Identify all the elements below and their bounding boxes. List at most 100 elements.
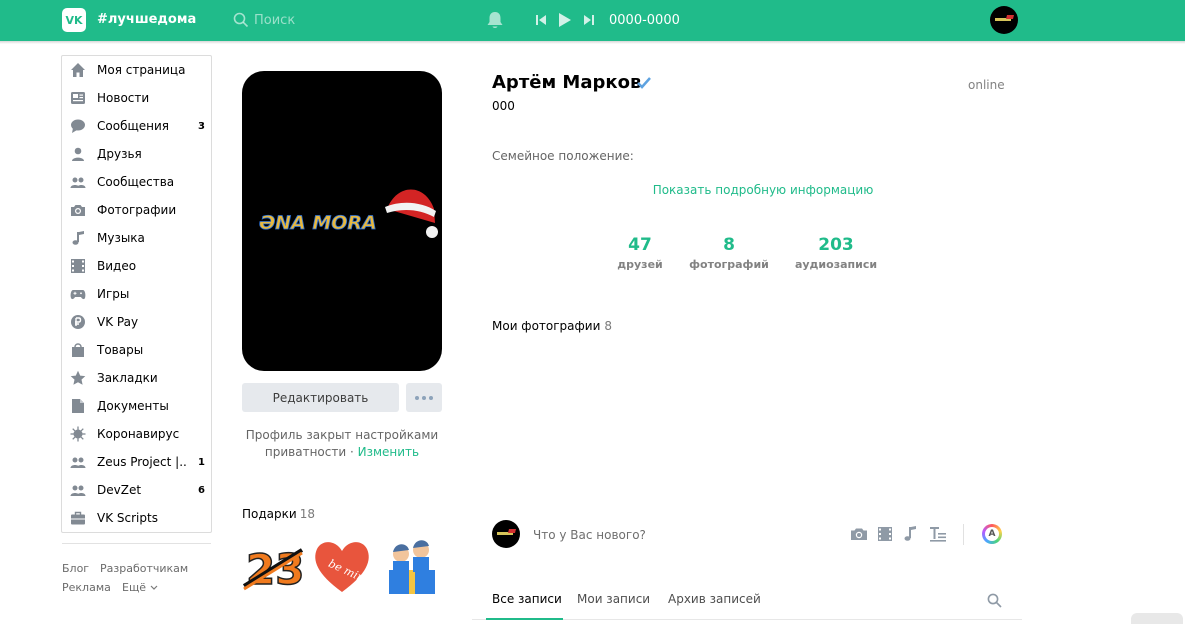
chevron-down-icon — [150, 585, 158, 590]
sidebar-item-bookmarks[interactable]: Закладки — [62, 364, 211, 392]
footer-link-developers[interactable]: Разработчикам — [100, 562, 188, 575]
footer-more-label: Ещё — [122, 581, 147, 594]
sidebar-item-label: Документы — [97, 399, 169, 413]
sidebar-item-devzet[interactable]: DevZet 6 — [62, 476, 211, 504]
video-icon[interactable] — [876, 525, 894, 543]
text-format-icon[interactable] — [929, 525, 947, 543]
sidebar-item-messages[interactable]: Сообщения 3 — [62, 112, 211, 140]
star-icon — [70, 370, 86, 385]
gifts-label: Подарки — [242, 507, 297, 521]
side-menu: Моя страница Новости Сообщения 3 Друзья … — [61, 55, 212, 533]
sidebar-item-label: Сообщества — [97, 175, 175, 189]
sidebar-item-label: Сообщения — [97, 119, 170, 133]
home-icon — [71, 63, 85, 77]
search-input[interactable] — [254, 11, 454, 29]
sidebar-item-news[interactable]: Новости — [62, 84, 211, 112]
gift-23-image[interactable]: 23 — [242, 536, 304, 596]
news-icon — [71, 92, 85, 104]
sidebar-item-documents[interactable]: Документы — [62, 392, 211, 420]
sidebar-item-coronavirus[interactable]: Коронавирус — [62, 420, 211, 448]
top-bar-shadow — [0, 41, 1185, 44]
sidebar-item-label: DevZet — [97, 483, 142, 497]
bell-icon[interactable] — [486, 11, 504, 30]
tab-all-posts[interactable]: Все записи — [492, 592, 562, 606]
sidebar-item-photos[interactable]: Фотографии — [62, 196, 211, 224]
santa-hat-icon — [385, 189, 438, 238]
verified-icon — [637, 77, 651, 89]
show-details-link[interactable]: Показать подробную информацию — [600, 183, 926, 197]
tab-my-posts[interactable]: Мои записи — [577, 592, 650, 606]
my-photos-title[interactable]: Мои фотографии 8 — [492, 319, 612, 333]
sidebar-item-label: Закладки — [97, 371, 158, 385]
sidebar-item-label: Товары — [97, 343, 144, 357]
footer-link-blog[interactable]: Блог — [62, 562, 89, 575]
groups-icon — [70, 457, 86, 468]
counter-audio[interactable]: 203 аудиозаписи — [791, 235, 881, 271]
sidebar-item-count: 1 — [198, 456, 205, 468]
sidebar-item-label: Zeus Project |.. — [97, 455, 187, 469]
sidebar-item-groups[interactable]: Сообщества — [62, 168, 211, 196]
header-hashtag[interactable]: #лучшедома — [97, 12, 196, 27]
menu-footer-divider — [62, 543, 211, 544]
counter-label: фотографий — [689, 258, 769, 271]
next-track-icon[interactable] — [583, 14, 595, 26]
gifts-title[interactable]: Подарки 18 — [242, 507, 315, 521]
music-icon — [72, 231, 84, 245]
counter-value: 8 — [723, 235, 735, 255]
gift-people-image[interactable] — [381, 536, 443, 596]
gifts-count: 18 — [299, 507, 315, 521]
counter-friends[interactable]: 47 друзей — [610, 235, 670, 271]
sidebar-item-video[interactable]: Видео — [62, 252, 211, 280]
sidebar-item-games[interactable]: Игры — [62, 280, 211, 308]
sidebar-item-label: Игры — [97, 287, 130, 301]
user-status[interactable]: 000 — [492, 99, 515, 113]
virus-icon — [70, 426, 86, 442]
camera-icon[interactable] — [850, 525, 868, 543]
more-actions-button[interactable] — [406, 383, 442, 412]
footer-link-more[interactable]: Ещё — [122, 581, 158, 594]
profile-photo-text: ӘNA MORA — [259, 212, 377, 234]
search-icon[interactable] — [987, 593, 1002, 608]
privacy-change-link[interactable]: Изменить — [358, 445, 420, 459]
edit-profile-button[interactable]: Редактировать — [242, 383, 399, 412]
track-title[interactable]: 0000-0000 — [609, 13, 680, 28]
family-status-label: Семейное положение: — [492, 149, 634, 163]
sidebar-item-label: Видео — [97, 259, 137, 273]
profile-photo[interactable]: ӘNA MORA — [242, 71, 442, 371]
sidebar-item-vk-scripts[interactable]: VK Scripts — [62, 504, 211, 532]
post-composer-input[interactable] — [533, 527, 813, 543]
sidebar-item-music[interactable]: Музыка — [62, 224, 211, 252]
sidebar-item-goods[interactable]: Товары — [62, 336, 211, 364]
briefcase-icon — [71, 511, 85, 525]
tab-archive[interactable]: Архив записей — [668, 592, 761, 606]
sidebar-item-label: Друзья — [97, 147, 142, 161]
counter-photos[interactable]: 8 фотографий — [684, 235, 774, 271]
video-icon — [71, 259, 85, 273]
active-tab-indicator — [486, 618, 563, 620]
sidebar-item-vk-pay[interactable]: VK Pay — [62, 308, 211, 336]
play-icon[interactable] — [558, 12, 572, 28]
sidebar-item-zeus-project[interactable]: Zeus Project |.. 1 — [62, 448, 211, 476]
my-photos-count: 8 — [604, 319, 613, 333]
vk-logo[interactable]: VK — [62, 8, 86, 32]
bag-icon — [72, 343, 84, 357]
avatar[interactable] — [990, 6, 1018, 34]
corner-widget[interactable] — [1131, 613, 1183, 624]
sidebar-item-label: Фотографии — [97, 203, 177, 217]
search-icon — [233, 12, 249, 28]
music-icon[interactable] — [901, 525, 919, 543]
sidebar-item-label: VK Scripts — [97, 511, 158, 525]
dot-icon — [422, 395, 426, 400]
footer-link-ads[interactable]: Реклама — [62, 581, 111, 594]
sidebar-item-my-page[interactable]: Моя страница — [62, 56, 211, 84]
gamepad-icon — [70, 290, 86, 300]
gift-heart-image[interactable]: be mine — [311, 536, 373, 596]
user-name: Артём Марков — [492, 72, 642, 93]
sidebar-item-friends[interactable]: Друзья — [62, 140, 211, 168]
sidebar-item-label: Коронавирус — [97, 427, 180, 441]
ai-assistant-icon[interactable]: A — [982, 524, 1002, 544]
previous-track-icon[interactable] — [535, 14, 547, 26]
counter-label: аудиозаписи — [794, 258, 878, 271]
my-photos-label: Мои фотографии — [492, 319, 601, 333]
sidebar-item-label: Моя страница — [97, 63, 186, 77]
